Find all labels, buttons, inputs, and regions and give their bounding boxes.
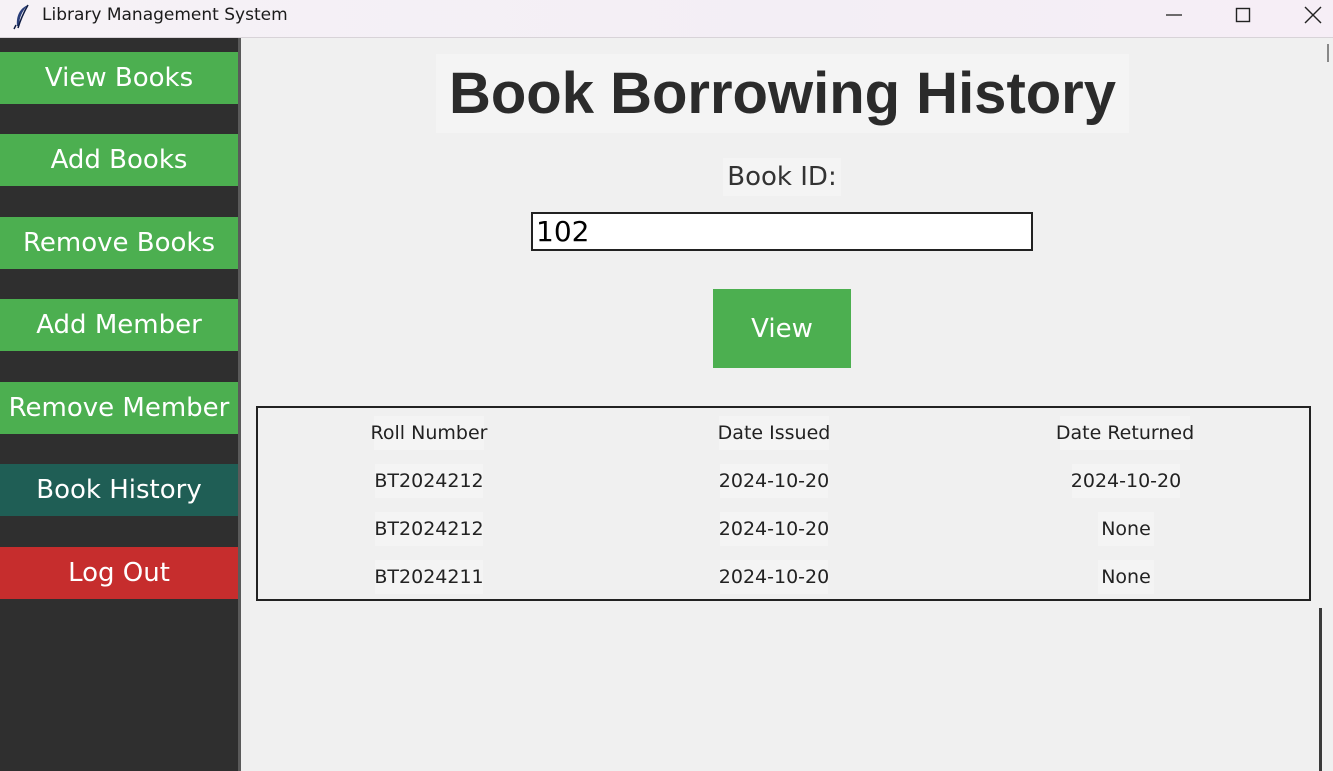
main-panel: Book Borrowing History Book ID: View Rol… — [241, 38, 1333, 771]
sidebar-item-book-history[interactable]: Book History — [0, 464, 238, 516]
sidebar-item-add-member[interactable]: Add Member — [0, 299, 238, 351]
sidebar-item-add-books[interactable]: Add Books — [0, 134, 238, 186]
sidebar-item-remove-books[interactable]: Remove Books — [0, 217, 238, 269]
table-cell: 2024-10-20 — [1071, 464, 1181, 498]
table-cell: BT2024212 — [374, 464, 484, 498]
page-title: Book Borrowing History — [436, 54, 1129, 133]
minimize-button[interactable] — [1151, 0, 1197, 30]
book-id-label: Book ID: — [723, 158, 841, 196]
scroll-up-icon[interactable] — [1324, 42, 1332, 64]
book-id-input[interactable] — [531, 212, 1033, 251]
feather-icon — [12, 4, 32, 30]
title-bar: Library Management System — [0, 0, 1333, 38]
view-button[interactable]: View — [713, 289, 851, 368]
sidebar-item-remove-member[interactable]: Remove Member — [0, 382, 238, 434]
table-cell: None — [1098, 512, 1154, 546]
table-cell: 2024-10-20 — [719, 464, 829, 498]
table-header-date-returned: Date Returned — [1056, 416, 1194, 450]
minimize-icon — [1166, 7, 1182, 23]
table-cell: BT2024212 — [374, 512, 484, 546]
table-cell: BT2024211 — [374, 560, 484, 594]
table-header-date-issued: Date Issued — [718, 416, 830, 450]
table-cell: None — [1098, 560, 1154, 594]
table-header-roll-number: Roll Number — [371, 416, 487, 450]
close-icon — [1304, 6, 1322, 24]
sidebar-item-log-out[interactable]: Log Out — [0, 547, 238, 599]
table-cell: 2024-10-20 — [719, 512, 829, 546]
sidebar: View Books Add Books Remove Books Add Me… — [0, 38, 238, 771]
sidebar-item-view-books[interactable]: View Books — [0, 52, 238, 104]
scrollbar-thumb[interactable] — [1319, 608, 1322, 771]
table-cell: 2024-10-20 — [719, 560, 829, 594]
history-table: Roll Number Date Issued Date Returned BT… — [256, 406, 1311, 601]
close-button[interactable] — [1290, 0, 1333, 30]
window-title: Library Management System — [42, 5, 288, 25]
maximize-button[interactable] — [1220, 0, 1266, 30]
maximize-icon — [1235, 7, 1251, 23]
